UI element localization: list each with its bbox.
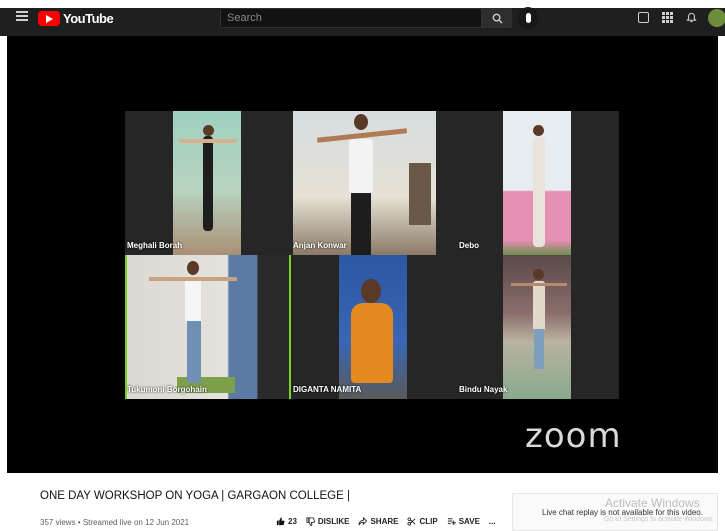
person-head (203, 125, 214, 136)
add-to-playlist-icon (447, 518, 456, 526)
video-player[interactable]: Meghali Borah Anjan Konwar Debo Tukumoni… (7, 36, 718, 473)
search-input[interactable]: Search (220, 8, 482, 28)
person-figure (349, 139, 373, 194)
save-label: SAVE (458, 517, 480, 526)
search-button[interactable] (482, 8, 512, 28)
participant-tile: Bindu Nayak (457, 255, 619, 399)
person-arms (179, 139, 237, 143)
notifications-bell-icon[interactable] (686, 12, 697, 23)
person-arms (511, 283, 567, 286)
person-figure (203, 136, 213, 231)
person-figure (533, 281, 545, 331)
more-label: ... (488, 517, 496, 526)
video-actions: 23 DISLIKE SHARE CLIP SAVE ... (276, 517, 496, 526)
person-head (533, 269, 544, 280)
participant-tile: Debo (457, 111, 619, 255)
participant-name: Anjan Konwar (293, 241, 347, 250)
participant-tile: Meghali Borah (125, 111, 291, 255)
person-figure (185, 277, 201, 323)
share-button[interactable]: SHARE (358, 517, 398, 526)
share-label: SHARE (370, 517, 399, 526)
participant-name: Meghali Borah (127, 241, 183, 250)
apps-icon[interactable] (662, 12, 673, 23)
youtube-play-icon (38, 10, 60, 26)
account-avatar[interactable] (708, 9, 725, 27)
scissors-icon (407, 517, 416, 526)
video-meta: 357 views • Streamed live on 12 Jun 2021 (40, 518, 190, 527)
participant-name: Bindu Nayak (459, 385, 508, 394)
video-title: ONE DAY WORKSHOP ON YOGA | GARGAON COLLE… (40, 490, 350, 502)
microphone-icon (525, 13, 531, 23)
thumbs-down-icon (306, 517, 315, 526)
share-arrow-icon (358, 517, 368, 526)
activate-windows-subtitle: Go to Settings to activate Windows. (604, 516, 715, 523)
dislike-button[interactable]: DISLIKE (306, 517, 350, 526)
wall-poster (409, 163, 431, 225)
activate-windows-title: Activate Windows (605, 496, 700, 510)
clip-button[interactable]: CLIP (407, 517, 438, 526)
participant-tile-active: Tukumoni Borgohain (125, 255, 291, 399)
search-icon (492, 13, 503, 24)
zoom-watermark: zoom (525, 416, 622, 456)
clip-label: CLIP (419, 517, 438, 526)
create-video-icon[interactable] (638, 12, 649, 23)
person-legs (351, 193, 371, 255)
person-head (533, 125, 544, 136)
participant-name: Tukumoni Borgohain (127, 385, 207, 394)
person-arms (149, 277, 237, 281)
hamburger-menu-icon[interactable] (16, 11, 28, 21)
like-count: 23 (288, 517, 297, 526)
participant-name: Debo (459, 241, 479, 250)
person-head (354, 114, 368, 130)
youtube-header: YouTube Search (0, 0, 725, 36)
dislike-label: DISLIKE (317, 517, 350, 526)
like-button[interactable]: 23 (276, 517, 297, 526)
person-head (187, 261, 199, 275)
voice-search-button[interactable] (518, 7, 538, 29)
person-figure (533, 137, 545, 247)
participant-name: DIGANTA NAMITA (293, 385, 362, 394)
participant-tile: Anjan Konwar (291, 111, 457, 255)
person-legs (534, 329, 544, 369)
save-button[interactable]: SAVE (447, 517, 480, 526)
youtube-logo[interactable]: YouTube (38, 9, 114, 27)
thumbs-up-icon (276, 517, 285, 526)
top-edge (0, 0, 725, 8)
person-legs (187, 321, 201, 383)
logo-text: YouTube (63, 10, 114, 26)
more-actions-button[interactable]: ... (489, 517, 496, 526)
video-info: ONE DAY WORKSHOP ON YOGA | GARGAON COLLE… (0, 473, 725, 531)
person-head (361, 279, 381, 303)
participant-tile: DIGANTA NAMITA (291, 255, 457, 399)
person-figure (351, 303, 393, 383)
